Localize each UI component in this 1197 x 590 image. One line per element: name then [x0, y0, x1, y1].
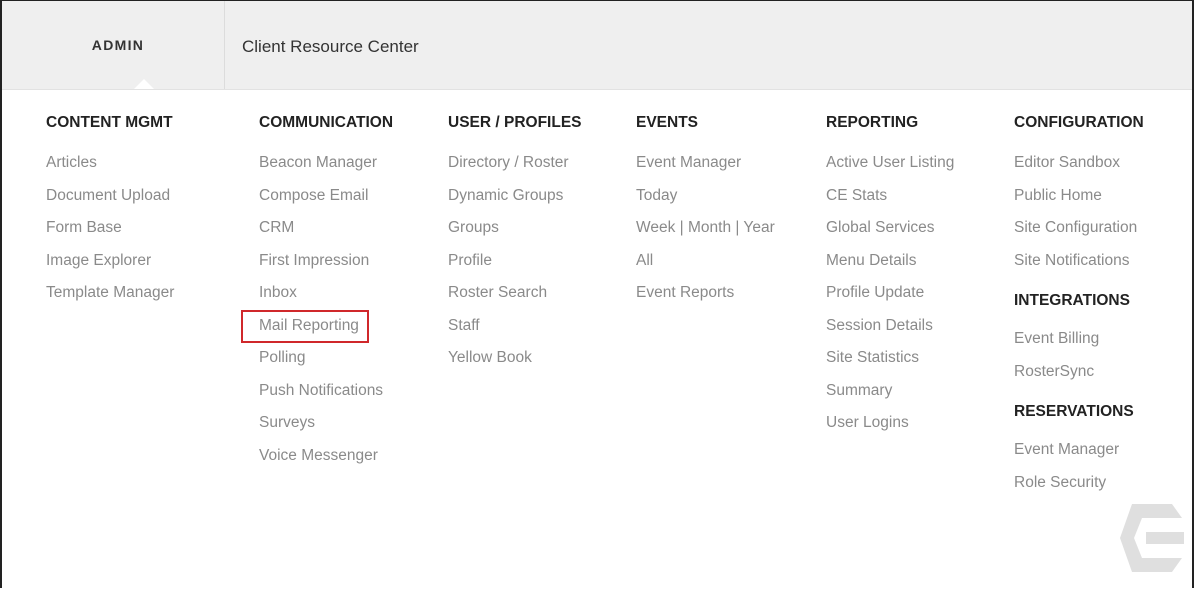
menu-column-user-profiles: USER / PROFILES Directory / Roster Dynam…: [448, 114, 582, 382]
menu-item-push-notifications[interactable]: Push Notifications: [259, 382, 393, 415]
menu-heading-events: EVENTS: [636, 114, 699, 131]
menu-item-profile[interactable]: Profile: [448, 252, 582, 285]
menu-item-mail-reporting-row: Mail Reporting: [241, 309, 393, 350]
menu-item-staff[interactable]: Staff: [448, 317, 582, 350]
menu-item-site-statistics[interactable]: Site Statistics: [826, 349, 954, 382]
brand-logo-icon: [1120, 504, 1184, 572]
menu-item-voice-messenger[interactable]: Voice Messenger: [259, 447, 393, 480]
menu-item-rostersync[interactable]: RosterSync: [1014, 363, 1144, 396]
menu-column-communication: COMMUNICATION Beacon Manager Compose Ema…: [241, 114, 394, 480]
menu-column-configuration: CONFIGURATION Editor Sandbox Public Home…: [1014, 114, 1144, 506]
menu-item-active-user-listing[interactable]: Active User Listing: [826, 154, 954, 187]
admin-tab[interactable]: ADMIN: [12, 1, 225, 89]
menu-column-reporting: REPORTING Active User Listing CE Stats G…: [826, 114, 954, 447]
menu-item-groups[interactable]: Groups: [448, 219, 582, 252]
menu-heading-configuration: CONFIGURATION: [1014, 114, 1144, 131]
menu-item-beacon-manager[interactable]: Beacon Manager: [259, 154, 393, 187]
menu-item-summary[interactable]: Summary: [826, 382, 954, 415]
menu-item-session-details[interactable]: Session Details: [826, 317, 954, 350]
menu-heading-integrations: INTEGRATIONS: [1014, 292, 1130, 309]
menu-item-surveys[interactable]: Surveys: [259, 414, 393, 447]
menu-item-today[interactable]: Today: [636, 187, 775, 220]
menu-item-user-logins[interactable]: User Logins: [826, 414, 954, 447]
menu-heading-reporting: REPORTING: [826, 114, 919, 131]
menu-item-all[interactable]: All: [636, 252, 775, 285]
menu-item-roster-search[interactable]: Roster Search: [448, 284, 582, 317]
menu-heading-user-profiles: USER / PROFILES: [448, 114, 582, 131]
menu-item-articles[interactable]: Articles: [46, 154, 174, 187]
menu-item-ce-stats[interactable]: CE Stats: [826, 187, 954, 220]
menu-item-profile-update[interactable]: Profile Update: [826, 284, 954, 317]
admin-tab-label: ADMIN: [91, 37, 145, 53]
menu-item-polling[interactable]: Polling: [259, 349, 393, 382]
client-resource-center-link[interactable]: Client Resource Center: [242, 37, 419, 57]
menu-column-events: EVENTS Event Manager Today Week | Month …: [636, 114, 775, 317]
menu-item-crm[interactable]: CRM: [259, 219, 393, 252]
menu-item-directory-roster[interactable]: Directory / Roster: [448, 154, 582, 187]
highlight-box: Mail Reporting: [241, 309, 369, 343]
menu-item-editor-sandbox[interactable]: Editor Sandbox: [1014, 154, 1144, 187]
menu-heading-reservations: RESERVATIONS: [1014, 403, 1134, 420]
menu-item-public-home[interactable]: Public Home: [1014, 187, 1144, 220]
menu-item-template-manager[interactable]: Template Manager: [46, 284, 174, 317]
menu-item-document-upload[interactable]: Document Upload: [46, 187, 174, 220]
menu-item-first-impression[interactable]: First Impression: [259, 252, 393, 285]
menu-item-image-explorer[interactable]: Image Explorer: [46, 252, 174, 285]
caret-up-icon: [134, 79, 154, 89]
menu-heading-content-mgmt: CONTENT MGMT: [46, 114, 173, 131]
menu-item-site-configuration[interactable]: Site Configuration: [1014, 219, 1144, 252]
menu-item-event-billing[interactable]: Event Billing: [1014, 330, 1144, 363]
menu-item-dynamic-groups[interactable]: Dynamic Groups: [448, 187, 582, 220]
menu-item-yellow-book[interactable]: Yellow Book: [448, 349, 582, 382]
menu-item-mail-reporting[interactable]: Mail Reporting: [259, 317, 359, 334]
menu-heading-communication: COMMUNICATION: [259, 114, 394, 131]
menu-item-menu-details[interactable]: Menu Details: [826, 252, 954, 285]
menu-item-site-notifications[interactable]: Site Notifications: [1014, 252, 1144, 285]
menu-item-form-base[interactable]: Form Base: [46, 219, 174, 252]
menu-column-content-mgmt: CONTENT MGMT Articles Document Upload Fo…: [46, 114, 174, 317]
menu-item-event-manager[interactable]: Event Manager: [636, 154, 775, 187]
top-nav-bar: ADMIN Client Resource Center: [2, 1, 1192, 90]
menu-item-compose-email[interactable]: Compose Email: [259, 187, 393, 220]
menu-item-global-services[interactable]: Global Services: [826, 219, 954, 252]
menu-item-week-month-year[interactable]: Week | Month | Year: [636, 219, 775, 252]
menu-item-reservations-event-manager[interactable]: Event Manager: [1014, 441, 1144, 474]
menu-item-event-reports[interactable]: Event Reports: [636, 284, 775, 317]
